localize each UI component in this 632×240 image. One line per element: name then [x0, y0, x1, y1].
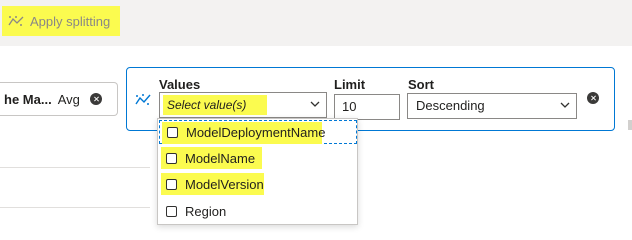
values-select[interactable]: Select value(s): [159, 92, 327, 118]
remove-metric-icon[interactable]: [90, 93, 102, 105]
split-icon: [8, 16, 24, 26]
checkbox[interactable]: [166, 178, 177, 190]
scrollbar-mark: [628, 120, 632, 130]
values-placeholder: Select value(s): [167, 98, 247, 112]
option-model-deployment-name[interactable]: ModelDeploymentName: [159, 120, 357, 144]
divider: [0, 207, 150, 208]
checkbox[interactable]: [166, 205, 177, 217]
metric-name: he Ma...: [4, 91, 52, 107]
option-model-name[interactable]: ModelName: [159, 146, 357, 170]
limit-input[interactable]: 10: [334, 94, 400, 120]
limit-label: Limit: [334, 77, 366, 92]
chevron-down-icon: [560, 102, 570, 108]
option-label: ModelName: [185, 150, 256, 166]
sort-value: Descending: [416, 98, 485, 113]
command-bar: Apply splitting: [0, 0, 632, 46]
metric-aggregation: Avg: [57, 91, 80, 107]
checkbox[interactable]: [166, 152, 177, 164]
values-label: Values: [159, 77, 201, 92]
apply-splitting-button[interactable]: Apply splitting: [2, 6, 120, 36]
option-model-version[interactable]: ModelVersion: [159, 172, 357, 196]
sort-label: Sort: [408, 77, 434, 92]
option-region[interactable]: Region: [159, 199, 357, 223]
sort-select[interactable]: Descending: [407, 93, 577, 119]
values-dropdown: ModelDeploymentName ModelName ModelVersi…: [157, 118, 358, 225]
remove-splitting-icon[interactable]: [587, 92, 599, 104]
metric-pill[interactable]: he Ma... Avg: [0, 82, 118, 116]
divider: [0, 167, 150, 168]
split-icon: [135, 94, 151, 105]
option-label: ModelVersion: [185, 176, 264, 192]
option-label: ModelDeploymentName: [186, 124, 326, 140]
option-label: Region: [185, 203, 227, 219]
chevron-down-icon: [310, 101, 320, 107]
checkbox[interactable]: [167, 126, 178, 138]
apply-splitting-label: Apply splitting: [30, 13, 111, 29]
